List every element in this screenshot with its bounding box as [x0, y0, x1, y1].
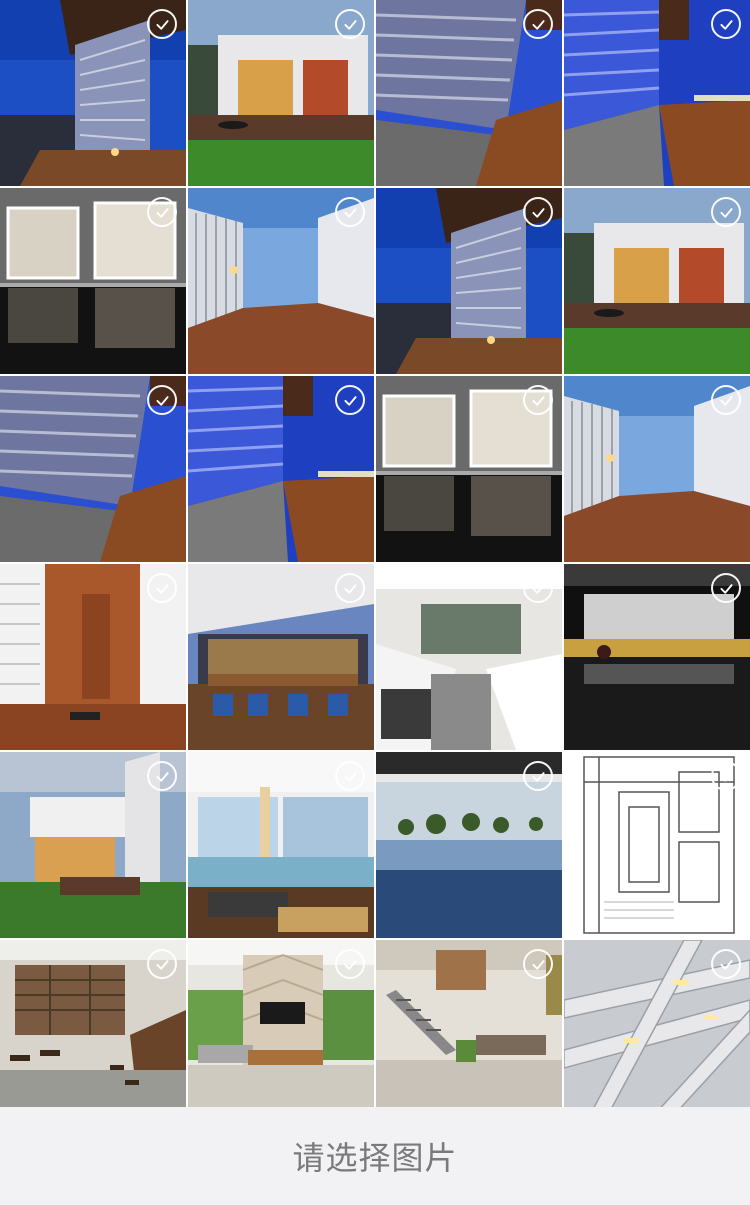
select-prompt-label: 请选择图片 — [292, 1139, 458, 1177]
select-check-icon[interactable] — [523, 197, 553, 227]
photo-tile[interactable] — [564, 0, 750, 186]
select-check-icon[interactable] — [523, 573, 553, 603]
photo-tile[interactable] — [0, 376, 186, 562]
photo-tile[interactable] — [0, 752, 186, 938]
photo-tile[interactable] — [376, 376, 562, 562]
select-check-icon[interactable] — [147, 385, 177, 415]
select-check-icon[interactable] — [711, 573, 741, 603]
select-check-icon[interactable] — [147, 573, 177, 603]
select-check-icon[interactable] — [711, 761, 741, 791]
photo-tile[interactable] — [188, 564, 374, 750]
select-check-icon[interactable] — [335, 949, 365, 979]
photo-tile[interactable] — [564, 376, 750, 562]
photo-tile[interactable] — [0, 0, 186, 186]
select-check-icon[interactable] — [147, 9, 177, 39]
select-check-icon[interactable] — [335, 573, 365, 603]
photo-tile[interactable] — [564, 564, 750, 750]
select-check-icon[interactable] — [523, 385, 553, 415]
select-check-icon[interactable] — [711, 9, 741, 39]
photo-tile[interactable] — [0, 940, 186, 1107]
select-check-icon[interactable] — [711, 197, 741, 227]
select-prompt-bar[interactable]: 请选择图片 — [0, 1107, 750, 1205]
photo-tile[interactable] — [376, 564, 562, 750]
photo-tile[interactable] — [188, 188, 374, 374]
select-check-icon[interactable] — [335, 9, 365, 39]
photo-tile[interactable] — [188, 752, 374, 938]
select-check-icon[interactable] — [523, 9, 553, 39]
photo-tile[interactable] — [376, 940, 562, 1107]
select-check-icon[interactable] — [335, 197, 365, 227]
select-check-icon[interactable] — [523, 761, 553, 791]
select-check-icon[interactable] — [335, 385, 365, 415]
select-check-icon[interactable] — [523, 949, 553, 979]
image-picker-screen: 请选择图片 — [0, 0, 750, 1205]
select-check-icon[interactable] — [147, 949, 177, 979]
photo-tile[interactable] — [0, 188, 186, 374]
select-check-icon[interactable] — [335, 761, 365, 791]
photo-tile[interactable] — [188, 0, 374, 186]
select-check-icon[interactable] — [711, 385, 741, 415]
photo-tile[interactable] — [0, 564, 186, 750]
select-check-icon[interactable] — [147, 761, 177, 791]
photo-grid — [0, 0, 750, 1107]
photo-tile[interactable] — [376, 0, 562, 186]
photo-tile[interactable] — [564, 940, 750, 1107]
photo-tile[interactable] — [188, 376, 374, 562]
photo-tile[interactable] — [188, 940, 374, 1107]
select-check-icon[interactable] — [147, 197, 177, 227]
photo-tile[interactable] — [376, 188, 562, 374]
photo-tile[interactable] — [564, 752, 750, 938]
select-check-icon[interactable] — [711, 949, 741, 979]
photo-tile[interactable] — [564, 188, 750, 374]
photo-tile[interactable] — [376, 752, 562, 938]
